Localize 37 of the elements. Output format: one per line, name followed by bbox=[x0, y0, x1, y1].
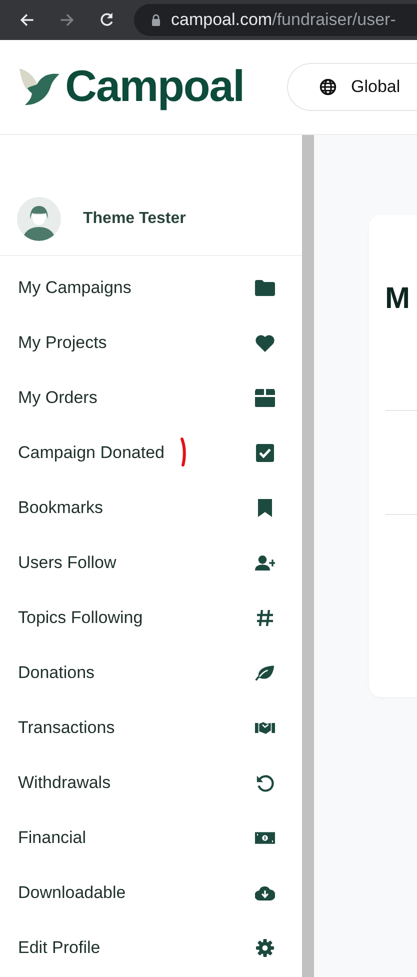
menu-item[interactable]: My Campaigns bbox=[0, 260, 302, 315]
folder-icon bbox=[255, 278, 275, 296]
menu-item[interactable]: Edit Profile bbox=[0, 920, 302, 975]
user-plus-icon bbox=[255, 554, 275, 572]
hashtag-icon bbox=[255, 608, 275, 626]
card-heading: M bbox=[385, 281, 411, 317]
undo-icon bbox=[255, 774, 275, 792]
menu-item[interactable]: Campaign Donated bbox=[0, 425, 302, 480]
heart-icon bbox=[255, 334, 275, 352]
region-button[interactable]: Global bbox=[287, 63, 417, 111]
menu-item[interactable]: Downloadable bbox=[0, 865, 302, 920]
settings-icon bbox=[255, 938, 275, 956]
campoal-logo[interactable]: Campoal bbox=[18, 62, 244, 112]
leaf-icon bbox=[255, 664, 275, 682]
menu-item[interactable]: Withdrawals bbox=[0, 755, 302, 810]
menu-item[interactable]: Topics Following bbox=[0, 590, 302, 645]
url-text: campoal.com/fundraiser/user- bbox=[171, 10, 396, 30]
menu-item[interactable]: Bookmarks bbox=[0, 480, 302, 535]
globe-icon bbox=[319, 78, 337, 96]
box-icon bbox=[255, 388, 275, 406]
avatar-icon bbox=[17, 197, 61, 241]
profile-name: Theme Tester bbox=[83, 210, 186, 228]
address-bar[interactable]: campoal.com/fundraiser/user- bbox=[134, 4, 417, 36]
annotation-mark bbox=[180, 437, 188, 467]
back-icon[interactable] bbox=[18, 11, 36, 29]
forward-icon[interactable] bbox=[58, 11, 76, 29]
menu-item[interactable]: My Orders bbox=[0, 370, 302, 425]
menu-item[interactable]: Financial bbox=[0, 810, 302, 865]
menu-item[interactable]: Donations bbox=[0, 645, 302, 700]
scrollbar[interactable] bbox=[302, 135, 314, 977]
lock-icon bbox=[151, 14, 161, 26]
cloud-download-icon bbox=[255, 884, 275, 902]
menu-item[interactable]: Transactions bbox=[0, 700, 302, 755]
checkbox-icon bbox=[255, 444, 275, 462]
bookmark-icon bbox=[255, 498, 275, 516]
menu-item[interactable]: Users Follow bbox=[0, 535, 302, 590]
menu-item[interactable]: My Projects bbox=[0, 315, 302, 370]
